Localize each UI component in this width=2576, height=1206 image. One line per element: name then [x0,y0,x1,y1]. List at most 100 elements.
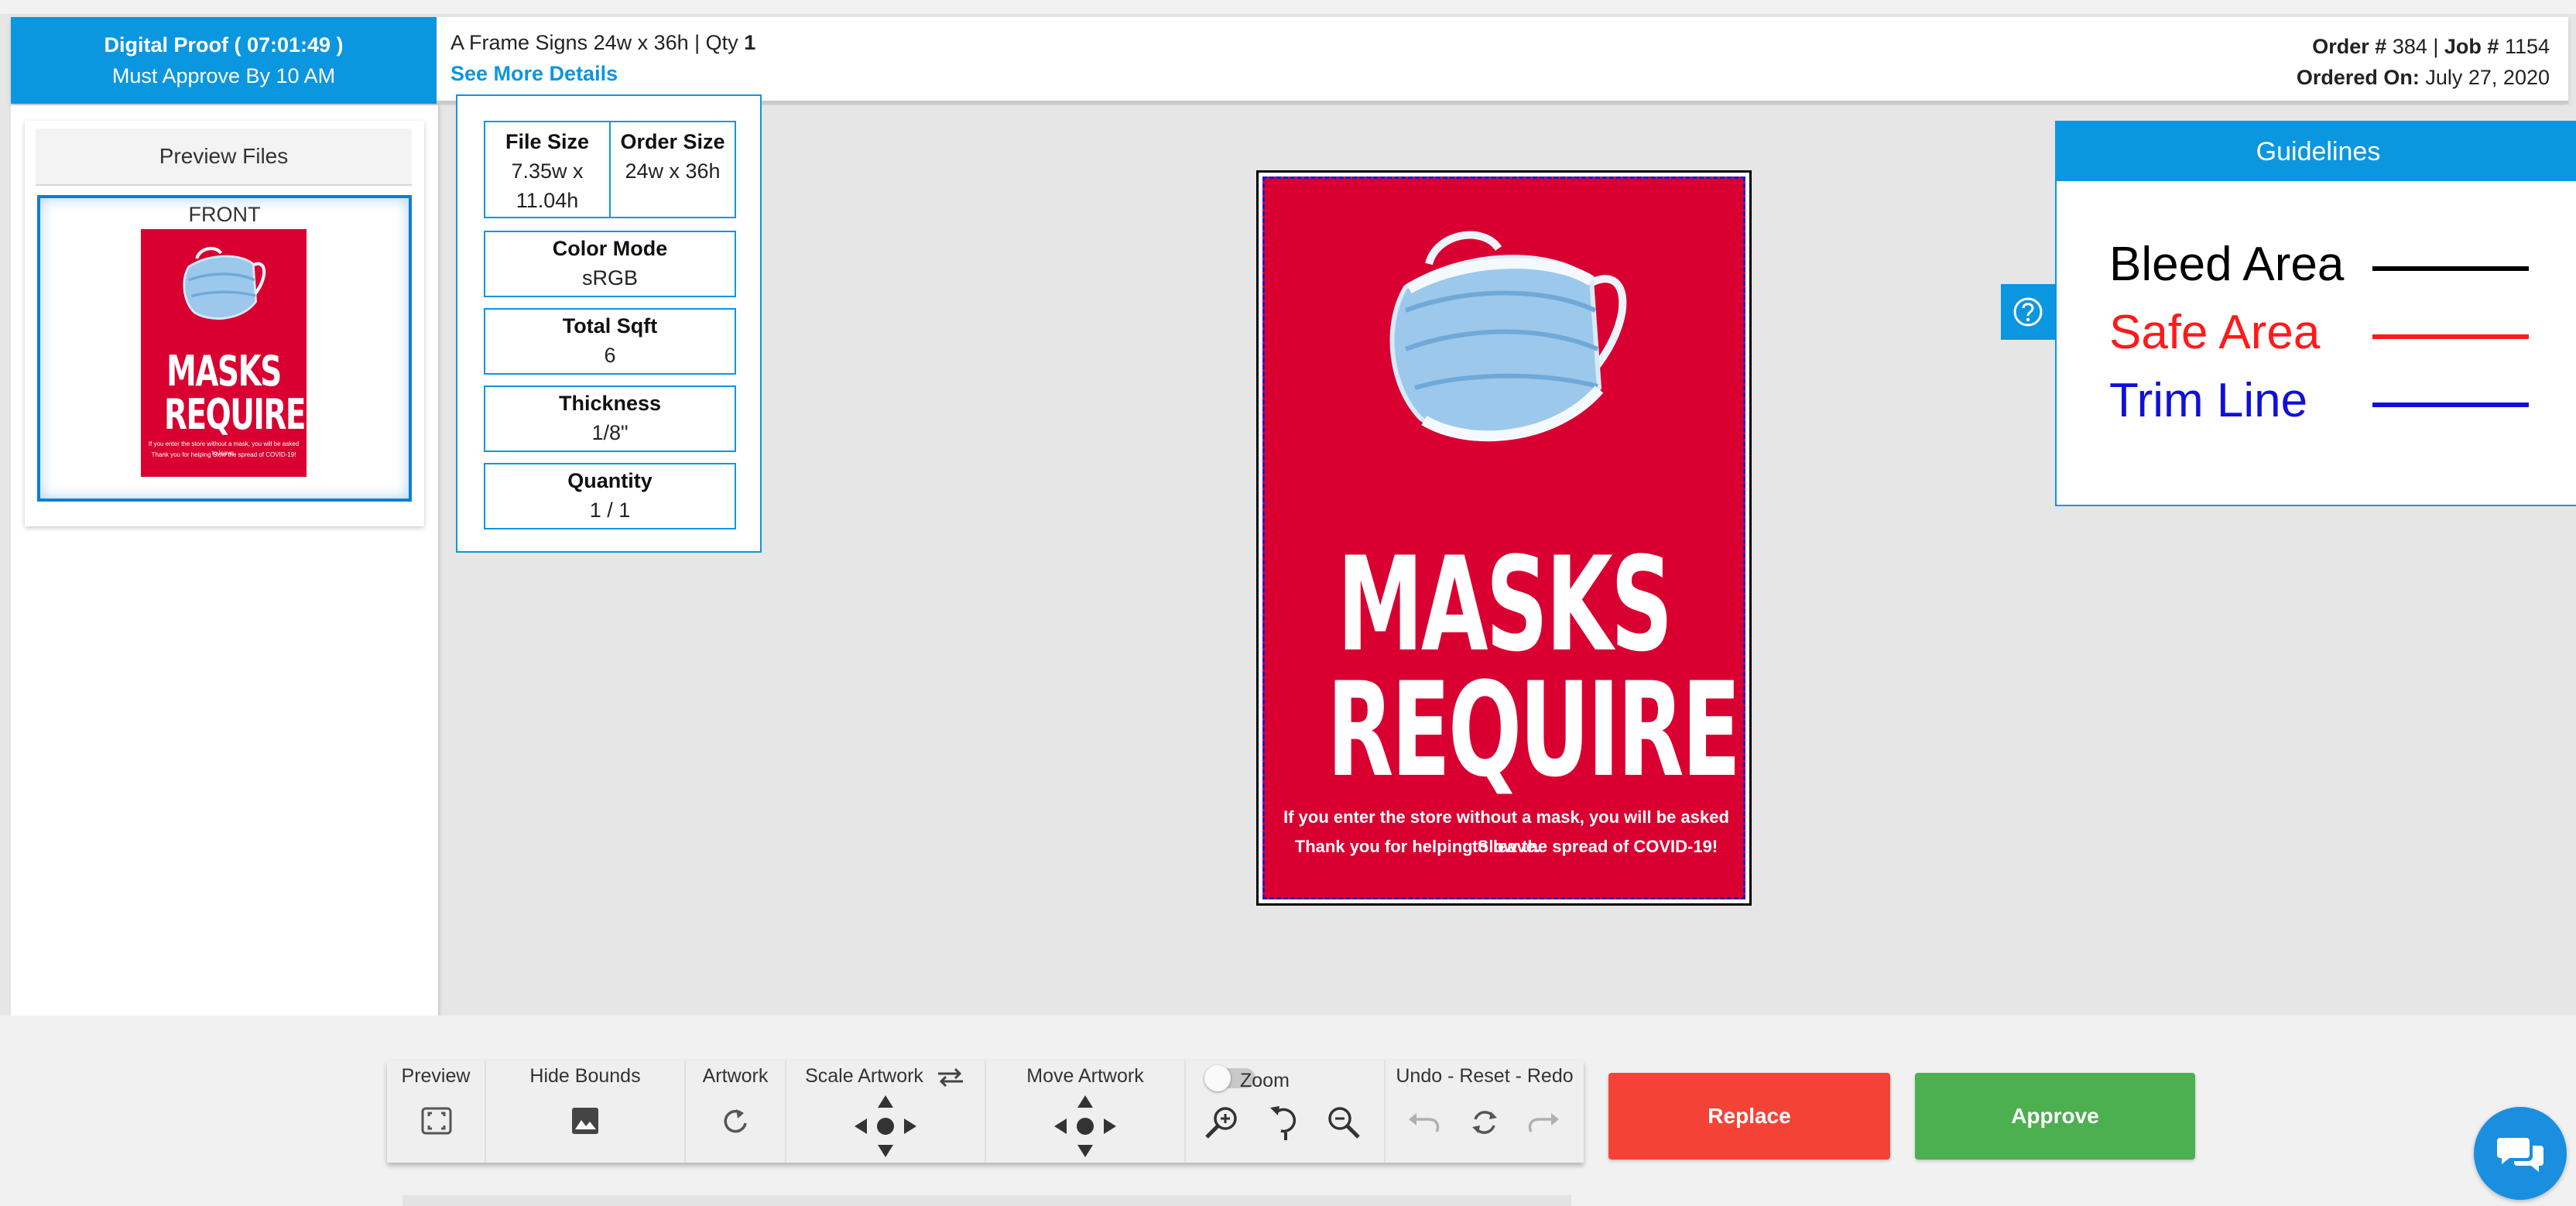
hide-bounds-button[interactable] [564,1099,607,1143]
scale-dpad[interactable] [847,1090,924,1163]
help-icon [2013,297,2043,327]
undo-button[interactable] [1404,1101,1444,1144]
move-dpad[interactable] [1046,1090,1124,1163]
front-label: FRONT [188,203,261,226]
proof-status-box: Digital Proof ( 07:01:49 ) Must Approve … [11,17,437,104]
order-number: 384 [2392,35,2427,58]
color-mode-row: Color Mode sRGB [484,231,736,297]
safe-area-swatch [2372,334,2529,339]
safe-area-legend: Safe Area [2109,305,2529,360]
undo-reset-redo-label: Undo - Reset - Redo [1396,1065,1574,1087]
move-artwork-tool: Move Artwork [986,1060,1186,1163]
replace-button[interactable]: Replace [1608,1073,1890,1160]
artwork-toolbar: Preview Hide Bounds Artwork Scale Artwor… [387,1060,1584,1163]
order-details-panel: File Size 7.35w x 11.04h Order Size 24w … [456,94,762,553]
thumb-title-line2: REQUIRED [163,390,307,439]
file-size-value-line1: 7.35w x [511,159,584,183]
directional-arrows-icon [855,1095,916,1157]
reset-zoom-button[interactable] [1263,1101,1307,1144]
preview-button[interactable] [415,1099,458,1143]
preview-tool: Preview [387,1060,486,1163]
bleed-area-label: Bleed Area [2109,238,2345,291]
hide-bounds-label: Hide Bounds [529,1065,641,1087]
redo-button[interactable] [1523,1101,1564,1144]
redo-icon [1528,1113,1559,1132]
preview-files-button[interactable]: Preview Files [36,128,412,186]
reset-button[interactable] [1464,1101,1505,1144]
scale-artwork-tool: Scale Artwork [786,1060,986,1163]
order-job-line: Order # 384 | Job # 1154 [2297,31,2550,62]
sign-subtitle-line2: Thank you for helping Slow the spread of… [1294,837,1718,856]
order-size-label: Order Size [620,130,725,153]
size-row: File Size 7.35w x 11.04h Order Size 24w … [484,121,736,218]
quantity-label: Quantity [567,469,653,492]
directional-arrows-icon [1054,1095,1116,1157]
preview-tool-label: Preview [401,1065,471,1087]
guidelines-title: Guidelines [2057,122,2576,181]
ordered-on-label: Ordered On: [2296,66,2426,89]
artwork-proof[interactable]: MASKS REQUIRED If you enter the store wi… [1262,176,1745,899]
approve-button[interactable]: Approve [1915,1073,2195,1160]
job-label: Job # [2444,35,2505,58]
trim-line-swatch [2372,403,2529,407]
zoom-toggle-knob [1204,1065,1231,1091]
safe-area-label: Safe Area [2109,306,2321,359]
color-mode-value: sRGB [581,266,638,290]
fullscreen-preview-icon [421,1107,452,1135]
trim-line-legend: Trim Line [2109,373,2529,428]
zoom-in-button[interactable] [1200,1101,1243,1144]
quantity-row: Quantity 1 / 1 [484,463,736,529]
rotate-icon [724,1109,747,1133]
approve-deadline: Must Approve By 10 AM [111,64,336,87]
order-info: Order # 384 | Job # 1154 Ordered On: Jul… [2297,31,2550,93]
history-tool: Undo - Reset - Redo [1386,1060,1584,1163]
refresh-icon [1472,1111,1497,1134]
bleed-area-legend: Bleed Area [2109,237,2529,292]
color-mode-label: Color Mode [552,237,668,260]
order-size-value: 24w x 36h [625,159,721,183]
preview-files-card: Preview Files FRONT MASKS REQUIRED If yo… [25,121,424,526]
thickness-label: Thickness [558,392,662,415]
face-mask-illustration [1389,231,1627,442]
ordered-on-date: July 27, 2020 [2425,66,2550,89]
file-size-value-line2: 11.04h [516,189,579,212]
file-size-label: File Size [505,130,590,153]
file-size-cell: File Size 7.35w x 11.04h [485,122,609,217]
thumb-title-line1: MASKS [166,347,282,396]
proof-timer: Digital Proof ( 07:01:49 ) [104,33,344,57]
toolbar-shadow-strip [402,1195,1571,1206]
zoom-label: Zoom [1240,1070,1290,1091]
hide-bounds-tool: Hide Bounds [486,1060,686,1163]
thumb-subtitle-line2: Thank you for helping Slow the spread of… [151,451,296,458]
chat-icon [2497,1138,2543,1172]
product-qty: 1 [744,31,756,54]
swap-icon[interactable] [935,1066,966,1088]
guidelines-panel: Guidelines Bleed Area Safe Area Trim Lin… [2055,121,2576,506]
thumbnail-artwork: MASKS REQUIRED If you enter the store wi… [141,229,307,477]
zoom-tool: Zoom [1186,1060,1386,1163]
order-label: Order # [2312,35,2393,58]
zoom-out-icon [1328,1107,1360,1139]
zoom-out-button[interactable] [1322,1101,1365,1144]
bleed-area-swatch [2372,266,2529,271]
artwork-rotate-tool: Artwork [686,1060,786,1163]
total-sqft-label: Total Sqft [562,314,658,337]
proof-header: Digital Proof ( 07:01:49 ) Must Approve … [11,17,2568,104]
face-mask-illustration [183,246,266,320]
move-artwork-label: Move Artwork [1026,1065,1144,1087]
thickness-value: 1/8" [591,421,629,444]
bottom-action-bar: Preview Hide Bounds Artwork Scale Artwor… [0,1016,2576,1206]
see-more-details-link[interactable]: See More Details [450,62,618,86]
sign-title-line2: REQUIRED [1327,654,1743,806]
front-side-thumbnail[interactable]: FRONT MASKS REQUIRED If you enter the st… [37,195,412,502]
chat-button[interactable] [2474,1107,2567,1200]
rotate-artwork-button[interactable] [714,1099,757,1143]
ordered-on-line: Ordered On: July 27, 2020 [2297,62,2550,93]
scale-artwork-text: Scale Artwork [805,1065,923,1087]
artwork-tool-label: Artwork [702,1065,769,1087]
total-sqft-row: Total Sqft 6 [484,308,736,375]
trim-line-label: Trim Line [2109,374,2308,427]
undo-icon [1409,1113,1440,1132]
guidelines-help-button[interactable] [2001,284,2055,340]
product-text: A Frame Signs 24w x 36h | Qty [450,31,745,54]
